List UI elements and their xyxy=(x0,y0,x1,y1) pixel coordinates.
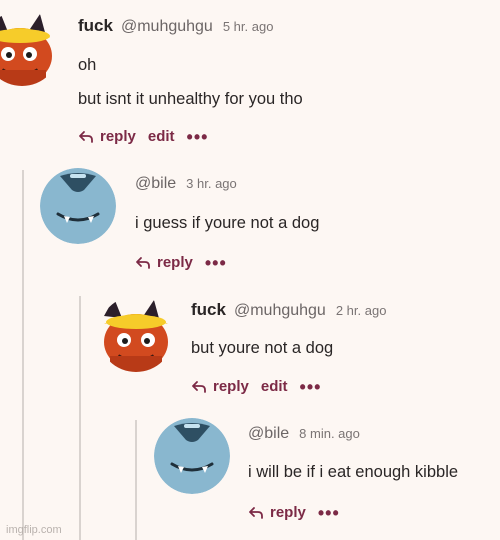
timestamp: 2 hr. ago xyxy=(335,303,387,318)
reply-button[interactable]: reply xyxy=(248,504,306,521)
reply-arrow-icon xyxy=(249,506,263,519)
display-name[interactable]: fuck xyxy=(191,300,226,320)
reply-button[interactable]: reply xyxy=(135,254,193,271)
more-options-icon[interactable]: ••• xyxy=(318,504,340,522)
blue-creature-avatar-icon[interactable] xyxy=(40,168,116,244)
timestamp: 3 hr. ago xyxy=(186,176,237,191)
more-options-icon[interactable]: ••• xyxy=(187,128,209,146)
blue-creature-avatar-icon[interactable] xyxy=(154,418,230,494)
thread-line xyxy=(79,296,81,540)
edit-button[interactable]: edit xyxy=(261,378,288,395)
comment-text: i will be if i eat enough kibble xyxy=(248,463,459,481)
comment-text: oh xyxy=(78,56,97,74)
username-handle[interactable]: @muhguhgu xyxy=(234,302,326,320)
reply-label: reply xyxy=(213,378,249,395)
thread-line xyxy=(22,170,24,540)
username-handle[interactable]: @bile xyxy=(248,425,289,443)
timestamp: 8 min. ago xyxy=(299,426,360,441)
reply-button[interactable]: reply xyxy=(78,128,136,145)
reply-arrow-icon xyxy=(192,380,206,393)
edit-button[interactable]: edit xyxy=(148,128,175,145)
display-name[interactable]: fuck xyxy=(78,16,113,36)
reply-button[interactable]: reply xyxy=(191,378,249,395)
comment-text: but isnt it unhealthy for you tho xyxy=(78,90,303,108)
reply-label: reply xyxy=(157,254,193,271)
reply-label: reply xyxy=(270,504,306,521)
reply-label: reply xyxy=(100,128,136,145)
more-options-icon[interactable]: ••• xyxy=(300,378,322,396)
reply-arrow-icon xyxy=(136,256,150,269)
timestamp: 5 hr. ago xyxy=(222,19,274,34)
username-handle[interactable]: @bile xyxy=(135,175,176,193)
comment-text: but youre not a dog xyxy=(191,339,334,357)
thread-line xyxy=(135,420,137,540)
watermark: imgflip.com xyxy=(6,524,62,536)
fox-avatar-icon[interactable] xyxy=(98,296,174,372)
more-options-icon[interactable]: ••• xyxy=(205,254,227,272)
fox-avatar-icon[interactable] xyxy=(0,10,60,86)
username-handle[interactable]: @muhguhgu xyxy=(121,18,213,36)
comment-text: i guess if youre not a dog xyxy=(135,214,320,232)
reply-arrow-icon xyxy=(79,130,93,143)
